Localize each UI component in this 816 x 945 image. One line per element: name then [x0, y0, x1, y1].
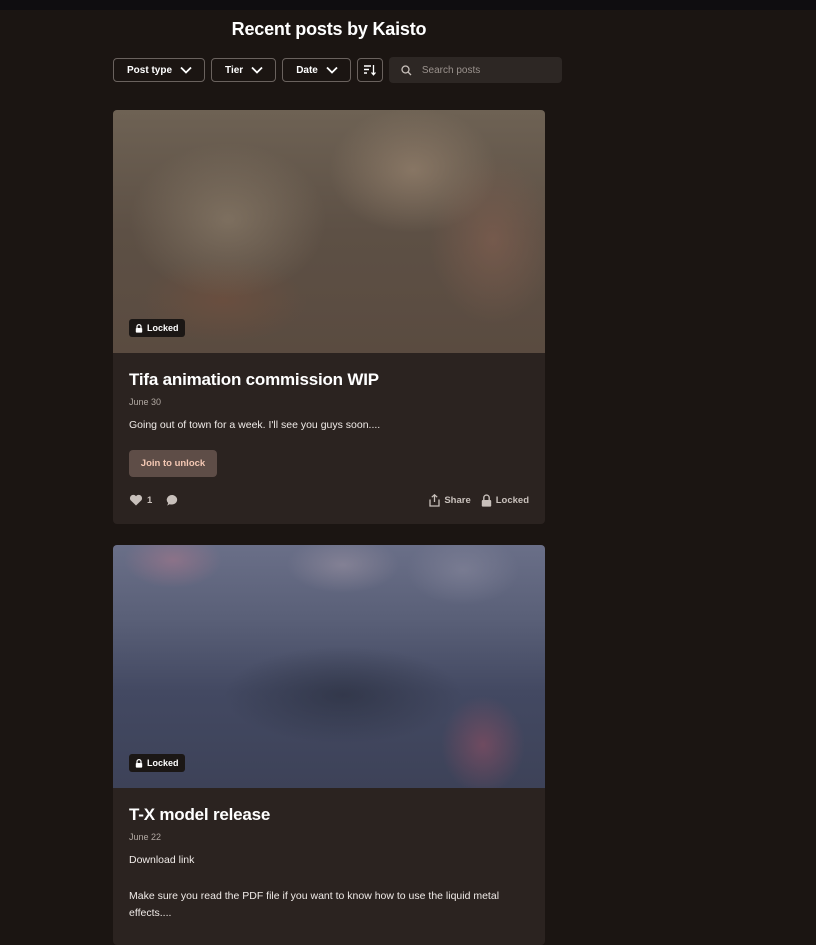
- comment-button[interactable]: [166, 494, 179, 507]
- date-filter-button[interactable]: Date: [282, 58, 351, 82]
- locked-status-label: Locked: [495, 494, 529, 506]
- like-button[interactable]: 1: [129, 494, 152, 506]
- post-excerpt: Going out of town for a week. I'll see y…: [129, 419, 381, 431]
- tier-filter-button[interactable]: Tier: [211, 58, 277, 82]
- share-icon: [429, 493, 440, 507]
- post-card[interactable]: Locked T-X model release June 22 Downloa…: [113, 545, 545, 945]
- join-to-unlock-button[interactable]: Join to unlock: [129, 450, 217, 477]
- sort-icon: [364, 65, 377, 76]
- post-excerpt-paragraph: Make sure you read the PDF file if you w…: [129, 890, 500, 919]
- chevron-down-icon: [180, 66, 192, 74]
- comment-icon: [167, 494, 178, 506]
- heart-icon: [129, 494, 143, 506]
- post-date: June 22: [129, 832, 162, 842]
- chevron-down-icon: [326, 66, 338, 74]
- locked-badge-label: Locked: [147, 323, 179, 333]
- post-thumbnail-blurred[interactable]: Locked: [113, 545, 545, 788]
- post-title[interactable]: T-X model release: [129, 805, 529, 825]
- post-card[interactable]: Locked Tifa animation commission WIP Jun…: [113, 110, 545, 524]
- locked-badge: Locked: [129, 754, 185, 772]
- like-count: 1: [147, 494, 153, 506]
- share-label: Share: [444, 494, 471, 506]
- lock-icon: [135, 323, 143, 333]
- sort-button[interactable]: [356, 58, 383, 82]
- share-button[interactable]: Share: [429, 493, 471, 507]
- locked-badge-label: Locked: [147, 758, 179, 768]
- post-excerpt: Download link: [129, 854, 195, 866]
- date-filter-label: Date: [296, 64, 318, 76]
- post-thumbnail-blurred[interactable]: Locked: [113, 110, 545, 353]
- lock-icon: [481, 493, 491, 507]
- locked-status: Locked: [481, 493, 529, 507]
- search-icon: [401, 64, 412, 75]
- post-type-filter-button[interactable]: Post type: [113, 58, 206, 82]
- tier-filter-label: Tier: [225, 64, 244, 76]
- post-footer: 1 Share Locked: [129, 492, 529, 508]
- search-input[interactable]: Search posts: [388, 57, 562, 83]
- locked-badge: Locked: [129, 319, 185, 337]
- post-type-filter-label: Post type: [127, 64, 173, 76]
- post-date: June 30: [129, 397, 162, 407]
- top-bar: [0, 0, 816, 10]
- post-title[interactable]: Tifa animation commission WIP: [129, 370, 529, 390]
- chevron-down-icon: [251, 66, 263, 74]
- lock-icon: [135, 758, 143, 768]
- page-title: Recent posts by Kaisto: [231, 19, 427, 39]
- search-placeholder: Search posts: [421, 64, 481, 76]
- filter-bar: Post type Tier Date Search posts: [113, 57, 562, 83]
